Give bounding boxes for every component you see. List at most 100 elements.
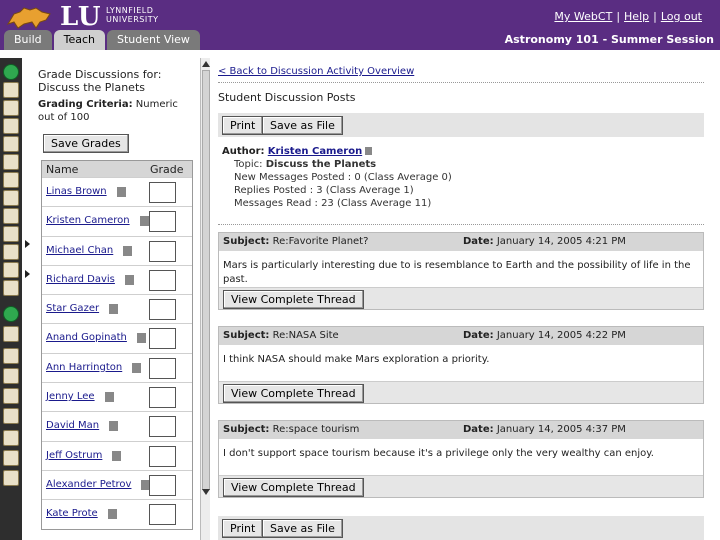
printer-icon[interactable] (3, 208, 19, 224)
mail-icon[interactable] (365, 147, 373, 155)
student-name-link[interactable]: David Man (46, 420, 99, 431)
view-complete-thread-button[interactable]: View Complete Thread (223, 290, 364, 309)
student-name-link[interactable]: Richard Davis (46, 274, 115, 285)
mail-icon[interactable] (109, 304, 118, 315)
expand-arrow-icon[interactable] (25, 270, 30, 278)
grade-input[interactable] (149, 357, 176, 379)
tools-icon[interactable] (3, 280, 19, 296)
date-label: Date: (463, 236, 494, 247)
grade-input[interactable] (149, 328, 176, 350)
mail-icon[interactable] (137, 333, 146, 344)
student-name-link[interactable]: Anand Gopinath (46, 332, 127, 343)
post-date: Date: January 14, 2005 4:37 PM (463, 424, 626, 435)
student-name-link[interactable]: Jeff Ostrum (46, 450, 102, 461)
grade-title-line-2: Discuss the Planets (38, 81, 145, 94)
author-name-link[interactable]: Kristen Cameron (268, 146, 362, 157)
search-icon[interactable] (3, 348, 19, 364)
grade-input[interactable] (149, 240, 176, 262)
save-as-file-button[interactable]: Save as File (262, 519, 343, 538)
tab-student-view[interactable]: Student View (107, 30, 200, 50)
mail-icon[interactable] (109, 421, 118, 432)
tab-teach[interactable]: Teach (53, 30, 106, 50)
tab-build[interactable]: Build (4, 30, 52, 50)
chart-icon[interactable] (3, 244, 19, 260)
mail-icon[interactable] (140, 216, 149, 227)
scroll-up-icon[interactable] (202, 61, 210, 67)
pin-icon[interactable] (3, 100, 19, 116)
save-as-file-button[interactable]: Save as File (262, 116, 343, 135)
grade-input[interactable] (149, 387, 176, 409)
check-icon[interactable] (3, 172, 19, 188)
lock-icon[interactable] (3, 326, 19, 342)
print-button[interactable]: Print (222, 116, 264, 135)
grade-row: Linas Brown (42, 177, 192, 206)
grade-row: David Man (42, 411, 192, 440)
save-grades-button[interactable]: Save Grades (43, 134, 129, 153)
messages-read-stat: Messages Read : 23 (Class Average 11) (234, 198, 432, 209)
my-webct-link[interactable]: My WebCT (554, 10, 612, 23)
grade-input[interactable] (149, 269, 176, 291)
student-name-link[interactable]: Kate Prote (46, 508, 98, 519)
date-value: January 14, 2005 4:37 PM (496, 424, 626, 435)
user-icon[interactable] (3, 262, 19, 278)
grade-row: Michael Chan (42, 235, 192, 265)
scroll-thumb[interactable] (202, 70, 210, 490)
grade-row: Ann Harrington (42, 352, 192, 382)
list-icon[interactable] (3, 388, 19, 404)
help-link[interactable]: Help (624, 10, 649, 23)
expand-arrow-icon[interactable] (25, 240, 30, 248)
post-subject: Subject: Re:Favorite Planet? (223, 236, 368, 247)
gradebook-icon[interactable] (3, 368, 19, 384)
mail-icon[interactable] (132, 362, 141, 373)
scroll-down-icon[interactable] (202, 489, 210, 495)
people-icon[interactable] (3, 118, 19, 134)
grade-input[interactable] (149, 416, 176, 438)
post-footer: View Complete Thread (219, 475, 703, 497)
mail-icon[interactable] (125, 274, 134, 285)
student-name-link[interactable]: Jenny Lee (46, 391, 95, 402)
edit-icon[interactable] (3, 136, 19, 152)
grade-input[interactable] (149, 299, 176, 321)
grade-input[interactable] (149, 211, 176, 233)
vertical-scrollbar[interactable] (200, 58, 210, 540)
home-icon[interactable] (3, 82, 19, 98)
globe-icon[interactable] (3, 430, 19, 446)
student-name-link[interactable]: Linas Brown (46, 186, 107, 197)
new-messages-stat: New Messages Posted : 0 (Class Average 0… (234, 172, 452, 183)
discussion-post: Subject: Re:space tourism Date: January 1… (218, 420, 704, 498)
log-out-link[interactable]: Log out (661, 10, 702, 23)
post-header: Subject: Re:space tourism Date: January 1… (219, 421, 703, 439)
mail-icon[interactable] (3, 190, 19, 206)
topic-label: Topic: (234, 159, 263, 170)
student-name-link[interactable]: Michael Chan (46, 245, 113, 256)
student-name-link[interactable]: Ann Harrington (46, 362, 122, 373)
calendar-icon[interactable] (3, 226, 19, 242)
folder-icon[interactable] (3, 470, 19, 486)
grade-input[interactable] (149, 474, 176, 496)
back-to-overview-link[interactable]: < Back to Discussion Activity Overview (218, 66, 414, 77)
mail-icon[interactable] (105, 392, 114, 403)
post-date: Date: January 14, 2005 4:22 PM (463, 330, 626, 341)
student-name-link[interactable]: Star Gazer (46, 303, 99, 314)
grade-input[interactable] (149, 504, 176, 526)
mail-icon[interactable] (112, 450, 121, 461)
notes-icon[interactable] (3, 450, 19, 466)
mail-icon[interactable] (108, 509, 117, 520)
grade-input[interactable] (149, 445, 176, 467)
collapse-down-icon[interactable] (3, 306, 19, 322)
logo-text: LU (60, 2, 102, 32)
view-complete-thread-button[interactable]: View Complete Thread (223, 384, 364, 403)
mail-icon[interactable] (123, 245, 132, 256)
pencil-icon[interactable] (3, 154, 19, 170)
print-button[interactable]: Print (222, 519, 264, 538)
post-body: Mars is particularly interesting due to … (219, 251, 703, 287)
student-name-link[interactable]: Alexander Petrov (46, 479, 131, 490)
mail-icon[interactable] (117, 187, 126, 197)
view-complete-thread-button[interactable]: View Complete Thread (223, 478, 364, 497)
divider (218, 82, 704, 83)
grade-input[interactable] (149, 182, 176, 203)
student-name-link[interactable]: Kristen Cameron (46, 215, 130, 226)
collapse-up-icon[interactable] (3, 64, 19, 80)
discussion-post: Subject: Re:NASA Site Date: January 14, 2… (218, 326, 704, 404)
settings-icon[interactable] (3, 408, 19, 424)
